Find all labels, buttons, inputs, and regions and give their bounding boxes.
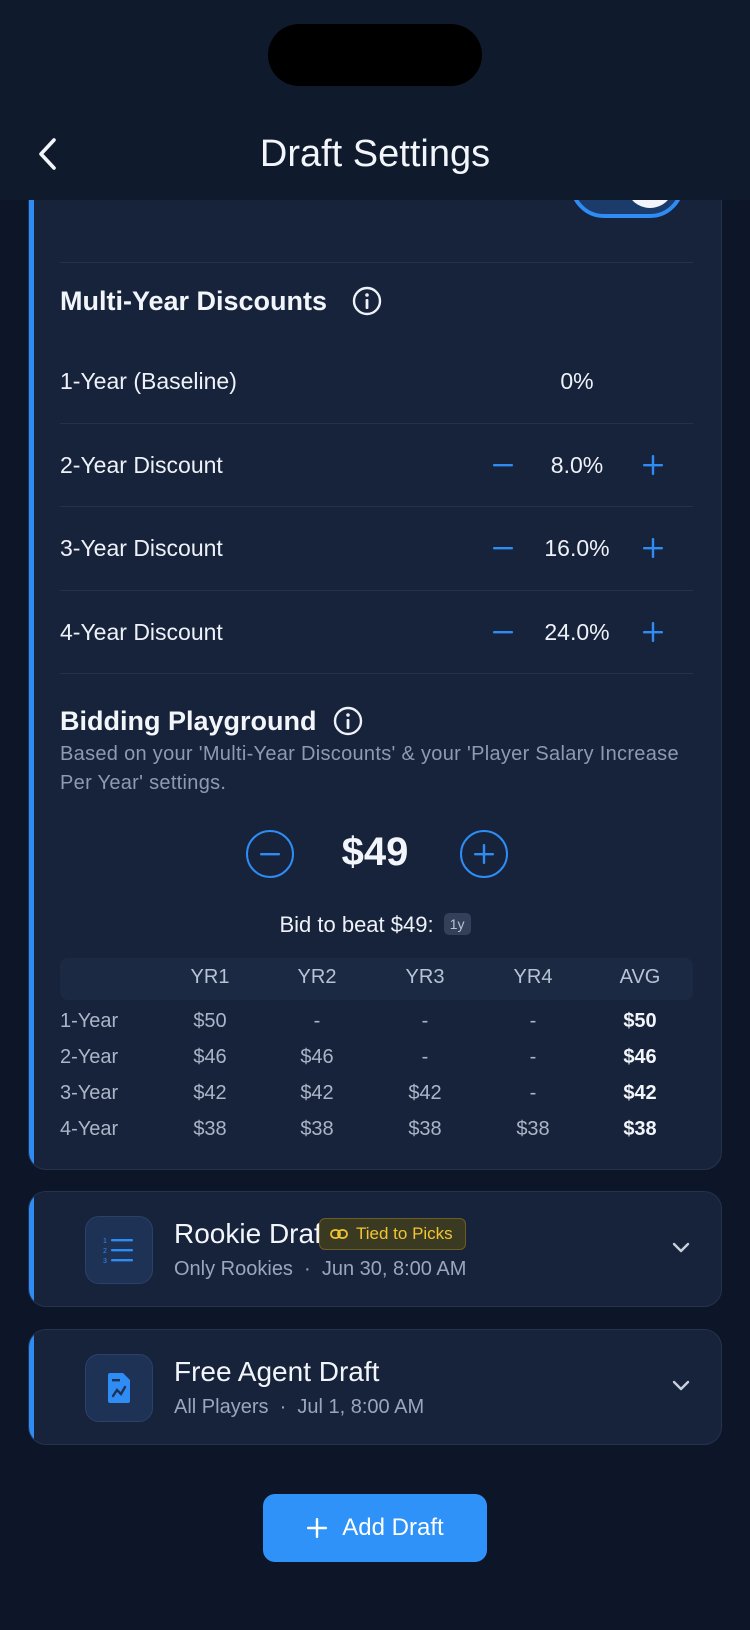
bid-amount: $49: [341, 830, 409, 874]
table-row-label: 2-Year: [60, 1046, 119, 1068]
table-cell: $46: [193, 1046, 227, 1068]
table-cell: $38: [300, 1118, 334, 1140]
table-header-cell: YR1: [190, 966, 230, 988]
divider: [60, 423, 693, 424]
table-cell: -: [529, 1082, 537, 1104]
decrement-icon[interactable]: [490, 619, 516, 645]
free-agent-draft-card[interactable]: Free Agent Draft All Players · Jul 1, 8:…: [28, 1329, 722, 1445]
minus-icon: [260, 853, 280, 856]
chevron-down-icon[interactable]: [669, 1374, 693, 1398]
table-cell: -: [421, 1046, 429, 1068]
bid-to-beat-label: Bid to beat $49:: [279, 912, 434, 937]
discount-row-label: 2-Year Discount: [60, 452, 223, 478]
add-draft-button[interactable]: Add Draft: [263, 1494, 487, 1562]
playground-title: Bidding Playground: [60, 706, 317, 736]
discount-row-value: 0%: [560, 368, 594, 394]
decrement-icon[interactable]: [490, 452, 516, 478]
table-cell: $42: [300, 1082, 334, 1104]
table-header-cell: AVG: [619, 966, 661, 988]
table-cell: $42: [408, 1082, 442, 1104]
draft-title: Rookie Draft: [174, 1218, 330, 1249]
draft-date: Jul 1, 8:00 AM: [297, 1396, 425, 1418]
info-icon[interactable]: [333, 706, 363, 736]
playground-description: Based on your 'Multi-Year Discounts' & y…: [60, 743, 679, 794]
table-header-cell: YR4: [513, 966, 553, 988]
term-badge: 1y: [443, 913, 471, 935]
table-row-label: 1-Year: [60, 1010, 119, 1032]
table-cell: -: [529, 1010, 537, 1032]
table-cell: $50: [623, 1010, 657, 1032]
table-cell: $42: [193, 1082, 227, 1104]
draft-type: Only Rookies: [174, 1258, 293, 1280]
table-cell: -: [313, 1010, 321, 1032]
card-accent-bar: [29, 1192, 34, 1306]
plus-icon: [307, 1518, 328, 1538]
divider: [60, 590, 693, 591]
discount-row-value: 16.0%: [544, 535, 610, 561]
table-cell: $38: [193, 1118, 227, 1140]
svg-text:2: 2: [103, 1248, 107, 1255]
table-header-cell: YR3: [405, 966, 445, 988]
plus-icon: [474, 844, 494, 864]
bid-to-beat: Bid to beat $49: 1y: [0, 912, 750, 938]
discount-row-label: 1-Year (Baseline): [60, 368, 237, 394]
discount-row-label: 3-Year Discount: [60, 535, 223, 561]
increment-icon[interactable]: [640, 535, 666, 561]
discounts-title: Multi-Year Discounts: [60, 286, 328, 316]
decrement-icon[interactable]: [490, 535, 516, 561]
table-cell: $46: [623, 1046, 657, 1068]
svg-text:3: 3: [103, 1258, 107, 1264]
draft-date: Jun 30, 8:00 AM: [321, 1258, 467, 1280]
discount-row-value: 8.0%: [550, 452, 604, 478]
table-cell: $46: [300, 1046, 334, 1068]
card-accent-bar: [29, 1330, 34, 1444]
device-notch: [268, 24, 482, 86]
draft-subtitle: All Players · Jul 1, 8:00 AM: [174, 1396, 425, 1418]
increment-icon[interactable]: [640, 619, 666, 645]
link-icon: [330, 1229, 348, 1239]
bid-decrease-button[interactable]: [246, 830, 294, 878]
table-cell: -: [529, 1046, 537, 1068]
divider: [60, 673, 693, 674]
document-chart-icon: [85, 1354, 153, 1422]
bid-increase-button[interactable]: [460, 830, 508, 878]
svg-text:1: 1: [103, 1238, 107, 1245]
badge-label: Tied to Picks: [356, 1224, 453, 1243]
increment-icon[interactable]: [640, 452, 666, 478]
table-cell: $50: [193, 1010, 227, 1032]
page-title: Draft Settings: [259, 133, 491, 175]
divider: [60, 506, 693, 507]
info-icon[interactable]: [352, 286, 382, 316]
numbered-list-icon: 1 2 3: [85, 1216, 153, 1284]
discount-row-value: 24.0%: [544, 619, 610, 645]
table-cell: $38: [408, 1118, 442, 1140]
add-draft-label: Add Draft: [342, 1514, 444, 1541]
card-accent-bar: [29, 161, 34, 1169]
draft-title: Free Agent Draft: [174, 1356, 380, 1387]
table-row-label: 3-Year: [60, 1082, 119, 1104]
table-header-cell: YR2: [297, 966, 337, 988]
draft-type: All Players: [174, 1396, 269, 1418]
rookie-draft-card[interactable]: 1 2 3 Rookie Draft Tied to Picks Only Ro…: [28, 1191, 722, 1307]
nav-header: Draft Settings: [0, 0, 750, 200]
table-cell: -: [421, 1010, 429, 1032]
table-cell: $38: [516, 1118, 550, 1140]
chevron-down-icon[interactable]: [669, 1236, 693, 1260]
tied-to-picks-badge: Tied to Picks: [319, 1218, 466, 1250]
table-cell: $42: [623, 1082, 657, 1104]
discount-row-label: 4-Year Discount: [60, 619, 223, 645]
table-cell: $38: [623, 1118, 657, 1140]
draft-subtitle: Only Rookies · Jun 30, 8:00 AM: [174, 1258, 467, 1280]
table-row-label: 4-Year: [60, 1118, 119, 1140]
divider: [60, 262, 693, 263]
